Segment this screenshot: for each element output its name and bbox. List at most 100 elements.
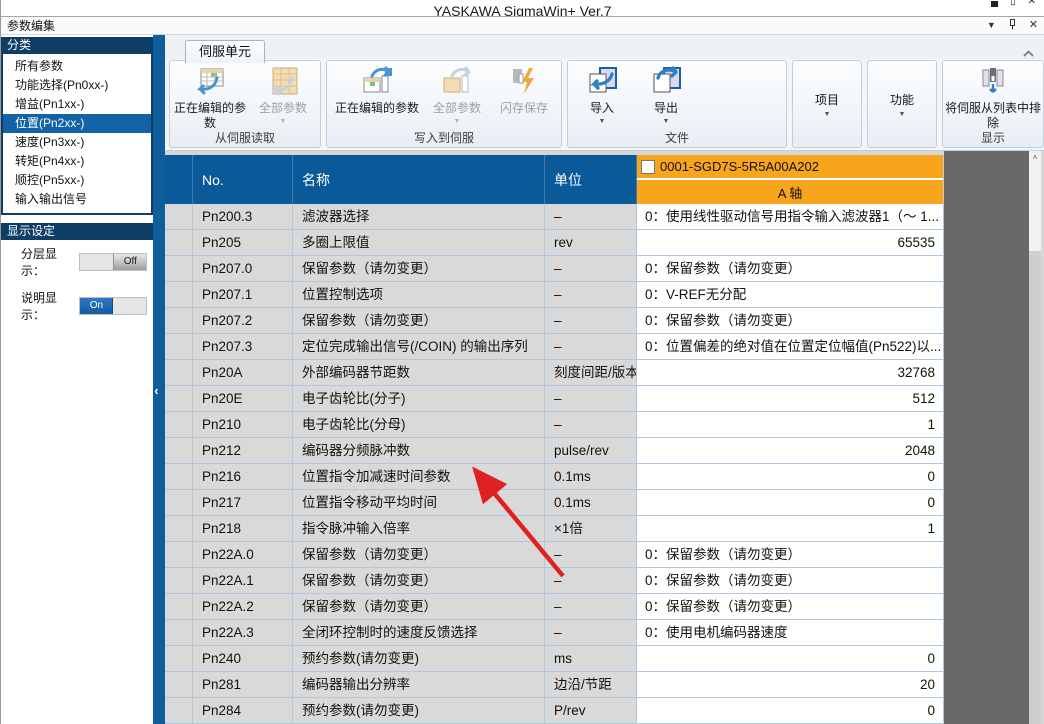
- row-selector-cell[interactable]: [165, 282, 193, 308]
- param-name-cell: 保留参数（请勿变更）: [293, 256, 545, 282]
- param-unit-cell: 0.1ms: [545, 464, 637, 490]
- ribbon-collapse-icon[interactable]: [1023, 44, 1034, 62]
- row-selector-cell[interactable]: [165, 438, 193, 464]
- param-value-cell[interactable]: 0：位置偏差的绝对值在位置定位幅值(Pn522)以...: [637, 334, 944, 360]
- param-value-cell[interactable]: 0: [637, 698, 944, 724]
- row-selector-cell[interactable]: [165, 204, 193, 230]
- row-selector-cell[interactable]: [165, 360, 193, 386]
- param-unit-cell: 刻度间距/版本: [545, 360, 637, 386]
- row-selector-cell[interactable]: [165, 230, 193, 256]
- param-value-cell[interactable]: 0：保留参数（请勿变更）: [637, 568, 944, 594]
- button-label: 将伺服从列表中排除: [945, 101, 1041, 131]
- pin-icon[interactable]: [1008, 19, 1017, 32]
- param-unit-cell: P/rev: [545, 698, 637, 724]
- dropdown-arrow-icon: ▼: [663, 118, 670, 127]
- axis-label[interactable]: A 轴: [637, 180, 943, 204]
- row-selector-cell[interactable]: [165, 646, 193, 672]
- sidebar-category-item[interactable]: 所有参数: [3, 57, 151, 76]
- param-value-cell[interactable]: 0：保留参数（请勿变更）: [637, 594, 944, 620]
- export-button[interactable]: 导出 ▼: [634, 63, 698, 131]
- function-menu-button[interactable]: 功能 ▼: [867, 60, 937, 148]
- param-value-cell[interactable]: 512: [637, 386, 944, 412]
- axis-column-header: 0001-SGD7S-5R5A00A202 A 轴: [637, 155, 944, 204]
- row-selector-cell[interactable]: [165, 412, 193, 438]
- group-label: 从伺服读取: [170, 131, 320, 147]
- row-selector-cell[interactable]: [165, 698, 193, 724]
- toggle-on-state: On: [80, 298, 113, 314]
- row-selector-cell[interactable]: [165, 620, 193, 646]
- param-value-cell[interactable]: 0：V-REF无分配: [637, 282, 944, 308]
- tab-servo-unit[interactable]: 伺服单元: [185, 40, 265, 63]
- row-selector-cell[interactable]: [165, 490, 193, 516]
- row-selector-cell[interactable]: [165, 308, 193, 334]
- row-selector-cell[interactable]: [165, 464, 193, 490]
- param-value-cell[interactable]: 0：保留参数（请勿变更）: [637, 256, 944, 282]
- servo-id: 0001-SGD7S-5R5A00A202: [660, 159, 819, 174]
- ribbon: 正在编辑的参数 全部参数 ▼ 从伺服读取: [165, 59, 1044, 151]
- table-row: Pn281 编码器输出分辨率 边沿/节距 20: [165, 672, 944, 698]
- param-value-cell[interactable]: 32768: [637, 360, 944, 386]
- close-window-icon[interactable]: ✕: [1028, 0, 1036, 7]
- param-value-cell[interactable]: 1: [637, 516, 944, 542]
- sidebar-category-item[interactable]: 输入输出信号: [3, 190, 151, 209]
- param-unit-cell: rev: [545, 230, 637, 256]
- param-value-cell[interactable]: 0: [637, 490, 944, 516]
- restore-icon[interactable]: ▯: [1010, 0, 1016, 7]
- write-all-params-button[interactable]: 全部参数 ▼: [425, 63, 489, 131]
- param-value-cell[interactable]: 65535: [637, 230, 944, 256]
- param-value-cell[interactable]: 0：使用电机编码器速度: [637, 620, 944, 646]
- param-value-cell[interactable]: 0: [637, 464, 944, 490]
- hierarchy-display-row: 分层显示： Off: [1, 240, 153, 284]
- flash-save-icon: [506, 66, 542, 100]
- read-editing-params-button[interactable]: 正在编辑的参数: [172, 63, 248, 131]
- project-menu-button[interactable]: 项目 ▼: [792, 60, 862, 148]
- scrollbar-thumb[interactable]: ˄: [1029, 151, 1041, 251]
- flash-save-button[interactable]: 闪存保存: [489, 63, 559, 131]
- param-value-cell[interactable]: 0：使用线性驱动信号用指令输入滤波器1（～ 1...: [637, 204, 944, 230]
- sidebar-category-item[interactable]: 功能选择(Pn0xx-): [3, 76, 151, 95]
- close-panel-icon[interactable]: ✕: [1029, 20, 1038, 31]
- param-unit-cell: ms: [545, 646, 637, 672]
- table-row: Pn207.1 位置控制选项 – 0：V-REF无分配: [165, 282, 944, 308]
- param-unit-cell: ×1倍: [545, 516, 637, 542]
- write-editing-params-button[interactable]: 正在编辑的参数: [329, 63, 425, 131]
- param-value-cell[interactable]: 20: [637, 672, 944, 698]
- button-label: 闪存保存: [500, 101, 548, 116]
- exclude-servo-button[interactable]: 将伺服从列表中排除: [945, 63, 1041, 131]
- param-value-cell[interactable]: 0：保留参数（请勿变更）: [637, 308, 944, 334]
- sidebar-category-item[interactable]: 位置(Pn2xx-): [3, 114, 151, 133]
- description-display-label: 说明显示：: [21, 289, 77, 323]
- sidebar-category-item[interactable]: 速度(Pn3xx-): [3, 133, 151, 152]
- minimize-icon[interactable]: ▄: [991, 0, 998, 7]
- collapse-sidebar-icon[interactable]: ‹: [154, 383, 158, 398]
- sidebar-splitter[interactable]: ‹: [153, 35, 165, 724]
- group-label: 显示: [943, 131, 1043, 147]
- param-value-cell[interactable]: 0：保留参数（请勿变更）: [637, 542, 944, 568]
- vertical-scrollbar[interactable]: ˄: [1029, 151, 1041, 724]
- row-selector-cell[interactable]: [165, 256, 193, 282]
- import-button[interactable]: 导入 ▼: [570, 63, 634, 131]
- param-value-cell[interactable]: 2048: [637, 438, 944, 464]
- sidebar-category-item[interactable]: 顺控(Pn5xx-): [3, 171, 151, 190]
- row-selector-cell[interactable]: [165, 594, 193, 620]
- read-all-params-button[interactable]: 全部参数 ▼: [248, 63, 318, 131]
- param-value-cell[interactable]: 1: [637, 412, 944, 438]
- row-selector-cell[interactable]: [165, 542, 193, 568]
- button-label: 项目: [815, 91, 839, 108]
- servo-checkbox[interactable]: [641, 160, 655, 174]
- table-row: Pn20A 外部编码器节距数 刻度间距/版本 32768: [165, 360, 944, 386]
- row-selector-cell[interactable]: [165, 386, 193, 412]
- sidebar-category-item[interactable]: 转矩(Pn4xx-): [3, 152, 151, 171]
- row-selector-cell[interactable]: [165, 516, 193, 542]
- row-selector-cell[interactable]: [165, 672, 193, 698]
- col-header-unit: 单位: [545, 155, 637, 204]
- row-selector-cell[interactable]: [165, 334, 193, 360]
- button-label: 功能: [890, 91, 914, 108]
- param-value-cell[interactable]: 0: [637, 646, 944, 672]
- panel-menu-chevron-icon[interactable]: ▼: [987, 21, 996, 30]
- row-selector-cell[interactable]: [165, 568, 193, 594]
- scroll-up-icon[interactable]: ˄: [1029, 151, 1041, 165]
- hierarchy-display-toggle[interactable]: Off: [79, 253, 147, 271]
- sidebar-category-item[interactable]: 增益(Pn1xx-): [3, 95, 151, 114]
- description-display-toggle[interactable]: On: [79, 297, 147, 315]
